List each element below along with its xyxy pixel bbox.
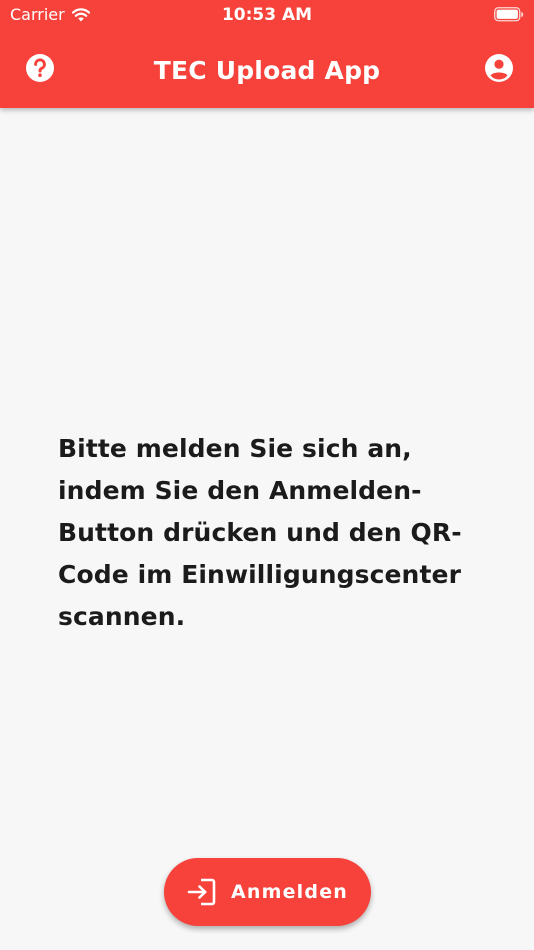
- login-button[interactable]: Anmelden: [164, 858, 371, 926]
- battery-icon: [494, 7, 524, 22]
- status-bar: Carrier 10:53 AM: [0, 0, 534, 32]
- login-instructions: Bitte melden Sie sich an, indem Sie den …: [58, 434, 462, 631]
- page-title: TEC Upload App: [153, 56, 381, 85]
- app-bar: Carrier 10:53 AM TEC Upload App: [0, 0, 534, 108]
- account-button[interactable]: [482, 53, 516, 87]
- toolbar: TEC Upload App: [0, 40, 534, 102]
- clock: 10:53 AM: [221, 5, 313, 25]
- login-button-label: Anmelden: [230, 881, 349, 903]
- account-circle-icon: [483, 52, 515, 88]
- login-icon: [187, 877, 217, 907]
